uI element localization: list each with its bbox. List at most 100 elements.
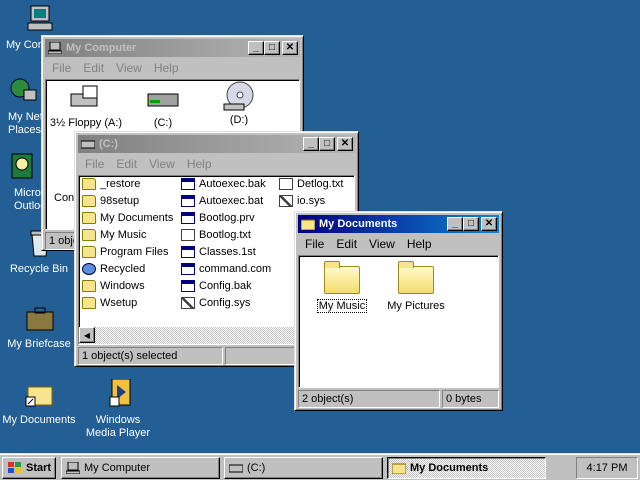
file-item[interactable]: Wsetup (82, 295, 137, 311)
file-item[interactable]: _restore (82, 176, 140, 192)
text-file-icon (279, 178, 293, 190)
desktop-icon-label: My Network Places (8, 111, 46, 136)
minimize-button[interactable]: _ (303, 137, 319, 151)
title-bar[interactable]: (C:) _ □ ✕ (78, 135, 355, 153)
file-item[interactable]: io.sys (279, 193, 325, 209)
file-item[interactable]: Autoexec.bak (181, 176, 266, 192)
file-item[interactable]: Program Files (82, 244, 168, 260)
windows-logo-icon (8, 462, 21, 473)
menu-edit[interactable]: Edit (77, 61, 110, 75)
folder-icon (82, 246, 96, 258)
my-documents-window[interactable]: My Documents _ □ ✕ File Edit View Help M… (294, 211, 503, 411)
file-item[interactable]: Classes.1st (181, 244, 256, 260)
menu-file[interactable]: File (46, 61, 77, 75)
menu-bar: File Edit View Help (46, 59, 299, 77)
title-bar[interactable]: My Computer _ □ ✕ (45, 39, 300, 57)
computer-icon (66, 462, 80, 474)
desktop-icon-outlook[interactable]: Microsoft Outlook (0, 152, 46, 213)
folder-icon (82, 297, 96, 309)
close-button[interactable]: ✕ (337, 137, 353, 151)
menu-file[interactable]: File (299, 237, 330, 251)
status-bar-size: 0 bytes (442, 390, 499, 408)
title-bar[interactable]: My Documents _ □ ✕ (298, 215, 499, 233)
desktop-icon-label: My Documents (2, 414, 76, 426)
file-item[interactable]: Autoexec.bat (181, 193, 263, 209)
taskbar-button-my-documents[interactable]: My Documents (387, 457, 546, 479)
window-title: (C:) (99, 138, 118, 150)
start-label: Start (26, 462, 52, 474)
hard-drive-icon (229, 464, 243, 473)
minimize-button[interactable]: _ (248, 41, 264, 55)
folder-item-my-music[interactable]: My Music (307, 261, 377, 313)
status-bar: 1 object(s) selected (78, 347, 223, 365)
drive-label: 3½ Floppy (A:) (49, 117, 123, 129)
hard-drive-icon (147, 93, 179, 107)
menu-edit[interactable]: Edit (110, 157, 143, 171)
desktop-icon-label: Recycle Bin (9, 263, 69, 275)
desktop-icon-my-documents[interactable]: My Documents (0, 379, 78, 427)
desktop-icon-network[interactable]: My Network Places (0, 76, 46, 137)
folder-icon (82, 178, 96, 190)
file-item[interactable]: Recycled (82, 261, 145, 277)
program-file-icon (181, 178, 195, 190)
taskbar-button-my-computer[interactable]: My Computer (61, 457, 220, 479)
briefcase-icon (22, 303, 56, 335)
program-file-icon (181, 195, 195, 207)
system-file-icon (181, 297, 195, 309)
desktop-icon-briefcase[interactable]: My Briefcase (0, 303, 78, 351)
menu-file[interactable]: File (79, 157, 110, 171)
taskbar-button-c-drive[interactable]: (C:) (224, 457, 383, 479)
cd-drive-icon (223, 81, 254, 111)
menu-view[interactable]: View (363, 237, 401, 251)
system-file-icon (279, 195, 293, 207)
drive-item-c[interactable]: (C:) (128, 84, 198, 129)
file-item[interactable]: Bootlog.prv (181, 210, 255, 226)
file-item[interactable]: command.com (181, 261, 271, 277)
folder-shortcut-icon (22, 379, 56, 411)
folder-icon (82, 280, 96, 292)
folder-icon (324, 261, 360, 294)
drive-label: (D:) (229, 114, 249, 126)
scroll-left-button[interactable]: ◀ (79, 327, 95, 343)
drive-item-d[interactable]: (D:) (204, 80, 274, 126)
menu-help[interactable]: Help (181, 157, 218, 171)
drive-item-floppy[interactable]: 3½ Floppy (A:) (46, 84, 126, 129)
system-clock[interactable]: 4:17 PM (576, 457, 638, 479)
start-button[interactable]: Start (2, 457, 56, 479)
file-item[interactable]: Windows (82, 278, 145, 294)
minimize-button[interactable]: _ (447, 217, 463, 231)
program-file-icon (181, 246, 195, 258)
file-item[interactable]: Detlog.txt (279, 176, 343, 192)
status-bar: 2 object(s) (298, 390, 440, 408)
file-item[interactable]: Bootlog.txt (181, 227, 251, 243)
menu-view[interactable]: View (143, 157, 181, 171)
desktop-icon-media-player[interactable]: Windows Media Player (76, 378, 154, 440)
file-item[interactable]: My Documents (82, 210, 173, 226)
program-file-icon (181, 280, 195, 292)
maximize-button[interactable]: □ (463, 217, 479, 231)
program-file-icon (181, 212, 195, 224)
menu-help[interactable]: Help (148, 61, 185, 75)
close-button[interactable]: ✕ (481, 217, 497, 231)
file-item[interactable]: Config.bak (181, 278, 252, 294)
file-item[interactable]: Config.sys (181, 295, 250, 311)
file-item[interactable]: 98setup (82, 193, 139, 209)
folder-item-my-pictures[interactable]: My Pictures (379, 261, 453, 312)
maximize-button[interactable]: □ (264, 41, 280, 55)
program-file-icon (181, 263, 195, 275)
folder-icon (301, 219, 315, 230)
computer-icon (22, 4, 56, 36)
network-icon (6, 76, 40, 108)
menu-view[interactable]: View (110, 61, 148, 75)
outlook-icon (6, 152, 40, 184)
close-button[interactable]: ✕ (282, 41, 298, 55)
hard-drive-icon (81, 140, 95, 149)
file-item[interactable]: My Music (82, 227, 146, 243)
computer-icon (48, 42, 62, 54)
menu-edit[interactable]: Edit (330, 237, 363, 251)
recycled-icon (82, 263, 96, 275)
menu-bar: File Edit View Help (79, 155, 354, 173)
maximize-button[interactable]: □ (319, 137, 335, 151)
menu-help[interactable]: Help (401, 237, 438, 251)
drive-label: (C:) (153, 117, 173, 129)
